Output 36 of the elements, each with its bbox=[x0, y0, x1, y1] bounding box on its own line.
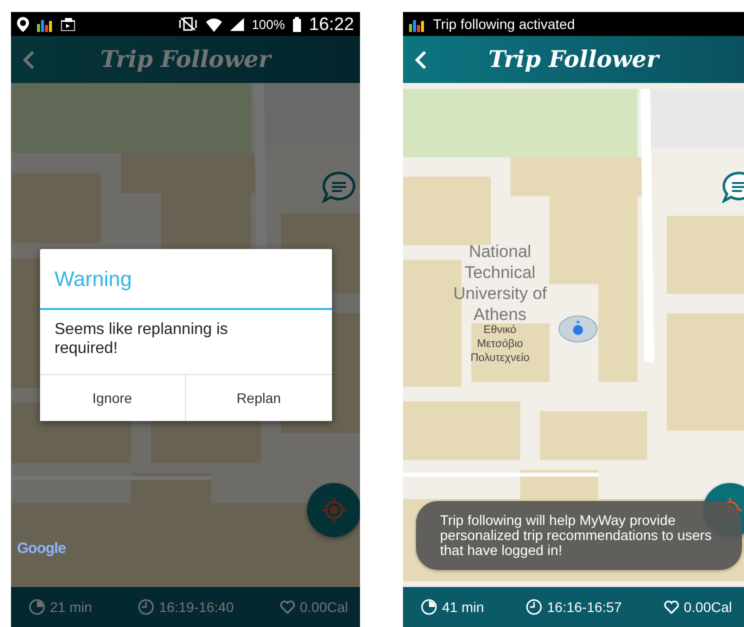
clock-icon bbox=[138, 599, 154, 615]
back-icon[interactable] bbox=[23, 50, 35, 70]
ignore-button[interactable]: Ignore bbox=[40, 375, 185, 421]
google-logo: Google bbox=[17, 540, 66, 557]
location-pin-icon bbox=[17, 16, 29, 32]
place-label: National Technical University of Athens bbox=[452, 241, 548, 324]
header-title: Trip Follower bbox=[487, 46, 661, 73]
heart-icon bbox=[664, 600, 679, 614]
battery-percent: 100% bbox=[252, 16, 285, 32]
trip-calories: 0.00Cal bbox=[300, 599, 348, 615]
clock-icon bbox=[526, 599, 542, 615]
camera-icon bbox=[61, 18, 75, 30]
info-toast: Trip following will help MyWay provide personalized trip recommendations to users that have logged in! bbox=[416, 501, 742, 570]
trip-duration: 21 min bbox=[50, 599, 92, 615]
header-title: Trip Follower bbox=[99, 46, 273, 73]
chat-icon[interactable] bbox=[322, 171, 356, 203]
signal-icon bbox=[230, 18, 244, 30]
target-icon bbox=[321, 497, 347, 523]
back-icon[interactable] bbox=[415, 50, 427, 70]
trip-time-range: 16:16-16:57 bbox=[547, 599, 622, 615]
wifi-icon bbox=[206, 16, 222, 32]
notification-text: Trip following activated bbox=[433, 16, 575, 32]
heart-icon bbox=[280, 600, 295, 614]
vibrate-mute-icon bbox=[178, 17, 198, 31]
dialog-message: Seems like replanning is required! bbox=[54, 320, 229, 359]
clock-time: 16:22 bbox=[308, 14, 354, 34]
duration-icon bbox=[421, 599, 437, 615]
trip-calories: 0.00Cal bbox=[684, 599, 732, 615]
place-label: Εθνικό Μετσόβιο Πολυτεχνείο bbox=[469, 323, 531, 365]
trip-duration: 41 min bbox=[442, 599, 484, 615]
replan-button[interactable]: Replan bbox=[185, 375, 332, 421]
battery-icon bbox=[292, 16, 301, 32]
my-location-icon bbox=[558, 315, 598, 343]
trip-time-range: 16:19-16:40 bbox=[159, 599, 234, 615]
duration-icon bbox=[29, 599, 45, 615]
dialog-title: Warning bbox=[40, 249, 332, 310]
